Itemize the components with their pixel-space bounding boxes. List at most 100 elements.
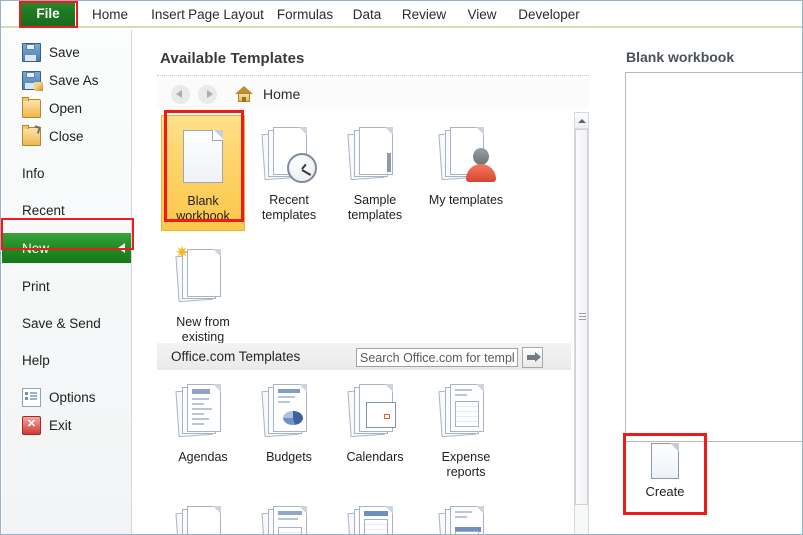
template-row: ✷ New from existing (161, 237, 571, 351)
breadcrumb: Home (157, 79, 589, 109)
sidebar-item-options[interactable]: Options (2, 383, 131, 411)
sidebar-item-print[interactable]: Print (2, 272, 131, 300)
clock-pages-icon (249, 120, 329, 190)
tab-file[interactable]: File (21, 1, 75, 27)
tab-developer[interactable]: Developer (511, 1, 587, 28)
sidebar-item-label: Save & Send (22, 315, 101, 331)
tab-home[interactable]: Home (83, 1, 137, 28)
scrollbar-grip-icon (579, 313, 586, 321)
sidebar-item-label: Open (49, 100, 83, 116)
backstage-sidebar: Save Save As Open Close Info Recent New (2, 30, 132, 534)
template-inventory[interactable] (333, 494, 417, 534)
page-title: Available Templates (160, 50, 305, 67)
sidebar-item-label: Close (49, 128, 84, 144)
template-recent-templates[interactable]: Recent templates (247, 115, 331, 229)
workbook-preview (625, 72, 802, 442)
office-search-group (356, 347, 543, 368)
templates-grid: Blank workbook Recent templates Sample t… (157, 109, 571, 351)
agenda-doc-icon (163, 377, 243, 447)
search-input[interactable] (356, 348, 518, 367)
monitor-pages-icon (335, 120, 415, 190)
create-button-highlight-box (623, 433, 707, 515)
templates-scrollbar[interactable] (574, 112, 589, 534)
sidebar-item-recent[interactable]: Recent (2, 196, 131, 224)
open-folder-icon (22, 96, 41, 118)
budget-piechart-icon (249, 377, 329, 447)
tab-page-layout[interactable]: Page Layout (183, 1, 269, 28)
sidebar-item-label: Exit (49, 417, 72, 433)
office-com-templates-label: Office.com Templates (171, 349, 301, 364)
tab-view[interactable]: View (459, 1, 505, 28)
preview-title: Blank workbook (626, 49, 735, 65)
template-label-line1: Sample (353, 193, 397, 207)
forward-arrow-icon[interactable] (198, 84, 217, 104)
floppy-disk-pencil-icon (22, 70, 43, 91)
template-blank-workbook[interactable]: Blank workbook (161, 115, 245, 231)
template-label-line1: New from (176, 315, 230, 329)
go-arrow-icon[interactable] (522, 347, 543, 368)
sidebar-item-label: Save (49, 44, 80, 60)
template-label-line2: templates (261, 208, 317, 222)
available-templates-pane: Available Templates Home Blank workbook … (133, 30, 596, 534)
inventory-table-icon (335, 499, 415, 534)
sidebar-item-close[interactable]: Close (2, 122, 131, 150)
template-label-line1: Agendas (178, 450, 228, 464)
home-icon[interactable] (235, 86, 253, 102)
template-agendas[interactable]: Agendas (161, 372, 245, 471)
sidebar-item-open[interactable]: Open (2, 94, 131, 122)
office-templates-grid: Agendas Budgets Calendars Expense report… (157, 372, 571, 534)
template-label-line1: Expense (441, 450, 491, 464)
sidebar-item-help[interactable]: Help (2, 346, 131, 374)
ribbon-tab-strip: File Home Insert Page Layout Formulas Da… (1, 1, 802, 28)
template-expense-reports[interactable]: Expense reports (419, 372, 513, 486)
template-label-line1: Recent (269, 193, 309, 207)
office-com-templates-band: Office.com Templates (157, 343, 571, 370)
excel-backstage-window: File Home Insert Page Layout Formulas Da… (0, 0, 803, 535)
fax-printer-icon (163, 499, 243, 534)
invoice-doc-icon (421, 499, 511, 534)
template-invoices[interactable] (419, 494, 513, 534)
sidebar-item-save-as[interactable]: Save As (2, 66, 131, 94)
template-row (157, 494, 571, 534)
form-doc-icon (249, 499, 329, 534)
breadcrumb-home-label[interactable]: Home (263, 86, 300, 102)
sidebar-item-exit[interactable]: ✕ Exit (2, 411, 131, 439)
template-label-line2: reports (446, 465, 486, 479)
tab-formulas[interactable]: Formulas (271, 1, 339, 28)
template-row: Blank workbook Recent templates Sample t… (161, 115, 571, 231)
starburst-icon: ✷ (174, 243, 190, 262)
sidebar-item-label: New (22, 240, 50, 256)
calendar-icon (335, 377, 415, 447)
sidebar-item-new[interactable]: New (2, 233, 131, 263)
person-pages-icon (421, 120, 511, 190)
template-forms[interactable] (247, 494, 331, 534)
title-divider (157, 75, 589, 76)
template-sample-templates[interactable]: Sample templates (333, 115, 417, 229)
scrollbar-thumb[interactable] (575, 129, 588, 505)
exit-x-icon: ✕ (22, 415, 41, 435)
sidebar-item-save-and-send[interactable]: Save & Send (2, 309, 131, 337)
close-folder-icon (22, 124, 41, 146)
sidebar-item-info[interactable]: Info (2, 159, 131, 187)
sidebar-item-label: Print (22, 278, 50, 294)
template-new-from-existing[interactable]: ✷ New from existing (161, 237, 245, 351)
options-document-icon (22, 387, 41, 407)
template-label-line2: existing (181, 330, 225, 344)
template-calendars[interactable]: Calendars (333, 372, 417, 471)
template-label-line1: My templates (428, 193, 504, 207)
expense-report-icon (421, 377, 511, 447)
new-from-existing-icon: ✷ (163, 242, 243, 312)
tab-data[interactable]: Data (345, 1, 389, 28)
tab-review[interactable]: Review (395, 1, 453, 28)
scroll-up-arrow-icon[interactable] (575, 113, 588, 129)
sidebar-item-save[interactable]: Save (2, 38, 131, 66)
template-my-templates[interactable]: My templates (419, 115, 513, 214)
blank-page-icon (164, 121, 242, 191)
chevron-left-icon (118, 243, 125, 253)
template-label-line1: Blank (187, 194, 219, 208)
template-budgets[interactable]: Budgets (247, 372, 331, 471)
back-arrow-icon[interactable] (171, 84, 190, 104)
template-label-line2: templates (347, 208, 403, 222)
template-row: Agendas Budgets Calendars Expense report… (157, 372, 571, 486)
template-faxes[interactable] (161, 494, 245, 534)
